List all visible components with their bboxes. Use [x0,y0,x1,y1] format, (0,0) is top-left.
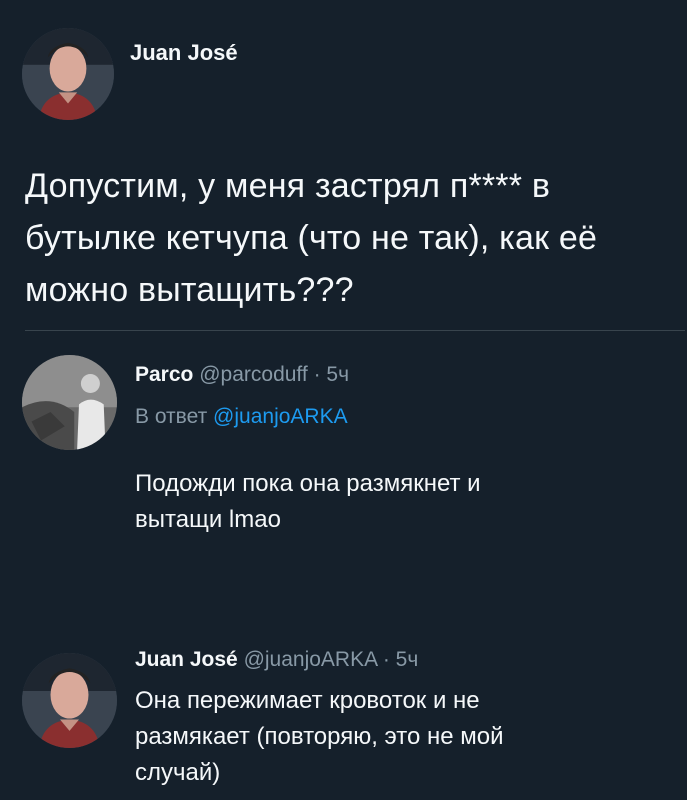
tweet-text-line: бутылке кетчупа (что не так), как её [25,219,598,257]
author-avatar[interactable] [22,28,114,120]
reply-to-handle[interactable]: @juanjoARKA [213,405,348,428]
reply-text-line: размякает (повторяю, это не мой [135,723,504,750]
reply-text-line: вытащи lmao [135,506,281,533]
reply-avatar[interactable] [22,653,117,748]
reply-time[interactable]: · 5ч [383,648,418,671]
divider [25,330,685,331]
profile-photo-man-icon [22,28,114,120]
reply-header: Juan José @juanjoARKA · 5ч [135,648,418,672]
profile-photo-grayscale-icon [22,355,117,450]
tweet-text: Допустим, у меня застрял п**** в бутылке… [25,160,675,316]
reply-time[interactable]: · 5ч [314,363,349,386]
reply-to-prefix: В ответ [135,405,208,428]
profile-photo-man-icon [22,653,117,748]
reply-to-line: В ответ @juanjoARKA [135,405,348,429]
reply-avatar[interactable] [22,355,117,450]
reply-text-line: случай) [135,759,221,786]
reply-text-line: Она пережимает кровоток и не [135,687,480,714]
reply-author-name[interactable]: Juan José [135,648,238,671]
tweet-text-line: можно вытащить??? [25,271,354,309]
reply-author-handle[interactable]: @juanjoARKA [244,648,377,671]
reply-text-line: Подожди пока она размякнет и [135,470,481,497]
author-name[interactable]: Juan José [130,40,238,66]
tweet-text-line: Допустим, у меня застрял п**** в [25,167,551,205]
reply-author-name[interactable]: Parco [135,363,193,386]
reply-text: Подожди пока она размякнет и вытащи lmao [135,466,481,538]
reply-text: Она пережимает кровоток и не размякает (… [135,683,504,791]
reply-header: Parco @parcoduff · 5ч [135,363,349,387]
reply-author-handle[interactable]: @parcoduff [199,363,308,386]
